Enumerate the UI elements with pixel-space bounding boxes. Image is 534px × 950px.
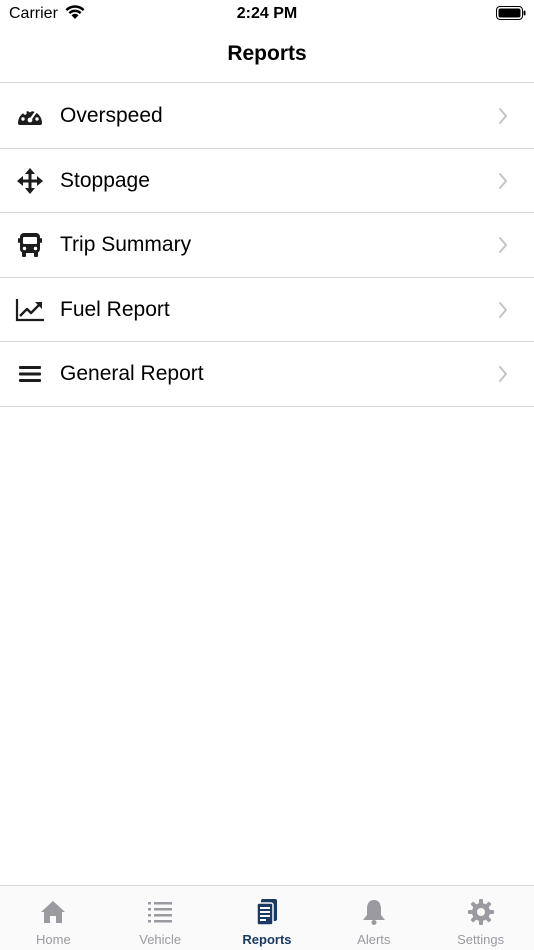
- reports-screen: Carrier 2:24 PM Reports Overspeed Stoppa…: [0, 0, 534, 950]
- reports-list: Overspeed Stoppage Trip Summary Fuel Rep…: [0, 84, 534, 407]
- speedometer-icon: [15, 103, 45, 129]
- report-label: Fuel Report: [60, 297, 170, 321]
- home-icon: [39, 898, 67, 926]
- tab-alerts[interactable]: Alerts: [320, 886, 427, 950]
- report-label: Overspeed: [60, 104, 163, 127]
- chevron-right-icon: [498, 107, 508, 125]
- chevron-right-icon: [498, 236, 508, 254]
- report-item-stoppage[interactable]: Stoppage: [0, 149, 534, 213]
- report-label: Stoppage: [60, 168, 150, 192]
- tab-bar: Home Vehicle Reports Alerts Settings: [0, 885, 534, 950]
- report-item-overspeed[interactable]: Overspeed: [0, 84, 534, 149]
- list-icon: [146, 898, 174, 926]
- navigation-bar: Reports: [0, 28, 534, 83]
- report-label: Trip Summary: [60, 233, 192, 256]
- bus-icon: [15, 232, 45, 258]
- tab-home[interactable]: Home: [0, 886, 107, 950]
- status-bar: Carrier 2:24 PM: [0, 0, 534, 28]
- line-chart-icon: [15, 297, 45, 323]
- tab-label: Vehicle: [139, 932, 182, 947]
- reports-icon: [253, 898, 281, 926]
- page-title: Reports: [227, 42, 307, 65]
- tab-label: Reports: [242, 932, 292, 947]
- tab-reports[interactable]: Reports: [214, 886, 321, 950]
- report-label: General Report: [60, 362, 204, 385]
- bell-icon: [360, 898, 388, 926]
- battery-icon: [496, 6, 526, 20]
- menu-lines-icon: [15, 361, 45, 387]
- status-time: 2:24 PM: [236, 5, 298, 22]
- report-item-trip-summary[interactable]: Trip Summary: [0, 213, 534, 278]
- tab-settings[interactable]: Settings: [427, 886, 534, 950]
- report-item-fuel-report[interactable]: Fuel Report: [0, 278, 534, 342]
- chevron-right-icon: [498, 301, 508, 319]
- tab-vehicle[interactable]: Vehicle: [107, 886, 214, 950]
- report-item-general-report[interactable]: General Report: [0, 342, 534, 407]
- chevron-right-icon: [498, 365, 508, 383]
- gear-icon: [467, 898, 495, 926]
- tab-label: Home: [36, 932, 71, 947]
- tab-label: Alerts: [357, 932, 391, 947]
- chevron-right-icon: [498, 172, 508, 190]
- move-arrows-icon: [15, 167, 45, 194]
- tab-label: Settings: [457, 932, 505, 947]
